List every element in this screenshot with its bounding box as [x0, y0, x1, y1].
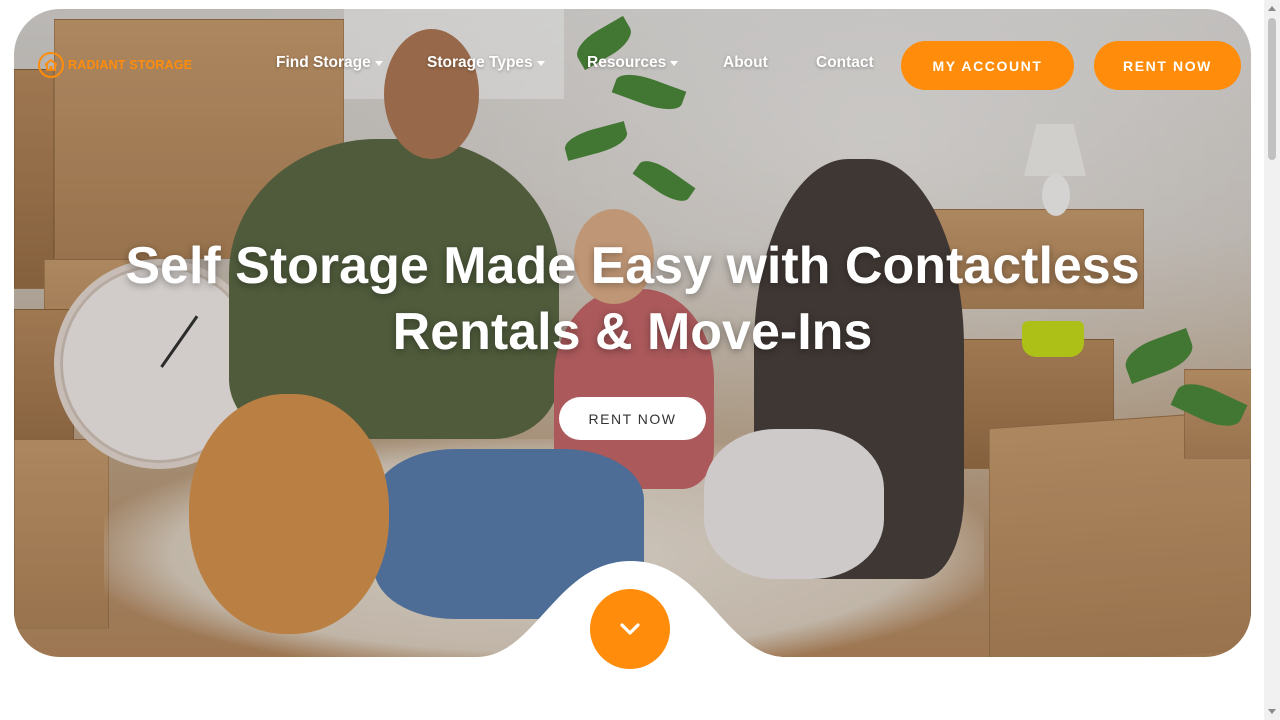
scroll-down-arrow-icon[interactable] — [1268, 709, 1276, 714]
nav-contact-label: Contact — [816, 54, 874, 71]
nav-about[interactable]: About — [723, 54, 768, 72]
house-circle-icon — [38, 52, 64, 78]
nav-find-storage-label: Find Storage — [276, 54, 371, 71]
my-account-button[interactable]: MY ACCOUNT — [901, 41, 1074, 90]
nav-storage-types[interactable]: Storage Types — [427, 54, 545, 72]
hero-headline: Self Storage Made Easy with Contactless … — [14, 233, 1251, 365]
hero-rent-now-button[interactable]: RENT NOW — [559, 397, 706, 440]
scroll-up-arrow-icon[interactable] — [1268, 6, 1276, 11]
nav-about-label: About — [723, 54, 768, 71]
brand-name: RADIANT STORAGE — [68, 58, 193, 72]
main-navigation: RADIANT STORAGE Find Storage Storage Typ… — [0, 0, 1280, 130]
brand-logo[interactable]: RADIANT STORAGE — [38, 52, 192, 78]
hero-headline-line-1: Self Storage Made Easy with Contactless — [125, 237, 1140, 295]
hero-headline-line-2: Rentals & Move-Ins — [392, 303, 873, 361]
page: Self Storage Made Easy with Contactless … — [0, 0, 1280, 720]
nav-find-storage[interactable]: Find Storage — [276, 54, 383, 72]
page-scrollbar[interactable] — [1264, 0, 1280, 720]
nav-contact[interactable]: Contact — [816, 54, 874, 72]
scrollbar-thumb[interactable] — [1268, 18, 1276, 160]
caret-down-icon — [536, 61, 545, 66]
scroll-down-button[interactable] — [590, 589, 670, 669]
nav-storage-types-label: Storage Types — [427, 54, 533, 71]
chevron-down-icon — [620, 623, 640, 635]
nav-resources[interactable]: Resources — [587, 54, 679, 72]
nav-resources-label: Resources — [587, 54, 667, 71]
caret-down-icon — [374, 61, 383, 66]
rent-now-button[interactable]: RENT NOW — [1094, 41, 1241, 90]
caret-down-icon — [670, 61, 679, 66]
